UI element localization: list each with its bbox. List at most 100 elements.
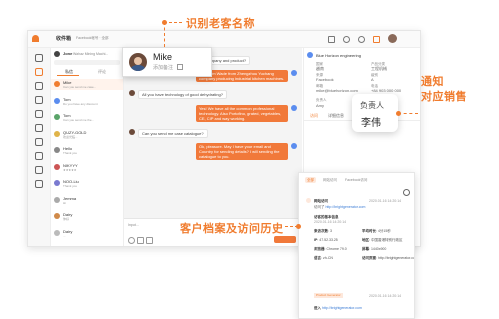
callout-dot-top — [162, 20, 167, 25]
conversation-preview: 你好 — [63, 217, 70, 221]
contacts-icon[interactable] — [35, 82, 43, 90]
visitor-stat: 平均时长: 4分15秒 — [362, 229, 391, 233]
info-field-value: A — [371, 77, 374, 82]
gear-icon[interactable] — [35, 180, 43, 188]
conversation-item[interactable]: Dairy 你好 — [51, 211, 123, 222]
conversation-preview: Hi — [63, 200, 66, 205]
visitor-stat-key: 来访次数 — [314, 229, 328, 233]
attach-icon[interactable] — [146, 237, 153, 244]
image-icon[interactable] — [137, 237, 144, 244]
account-name: Jone — [63, 51, 73, 56]
outgoing-message: Yes! We have all the common professional… — [196, 105, 288, 122]
conversation-item[interactable]: NOO-Liu Thank you — [51, 178, 123, 189]
conversation-preview: ... — [63, 233, 66, 238]
add-note-link[interactable]: 添加备注 — [153, 64, 173, 71]
help-icon[interactable] — [358, 36, 365, 43]
user-avatar[interactable] — [388, 34, 397, 43]
visitor-stat-value: 1440x900 — [370, 247, 387, 251]
visitor-stat-value: http://brightgenerator.com — [377, 256, 415, 260]
left-nav — [28, 48, 51, 246]
tab-visits[interactable]: 访问 — [310, 113, 318, 118]
conversation-item[interactable]: Tom Can you send me the... — [51, 112, 123, 123]
account-subtitle: Wahaz Mining Machi... — [73, 51, 109, 56]
conversation-item[interactable]: Jemma Hi — [51, 195, 123, 206]
mail-icon[interactable] — [35, 166, 43, 174]
product-tag: Product Generator — [314, 293, 343, 298]
event-web-visit: 网站访问 — [314, 199, 328, 203]
send-button[interactable] — [274, 236, 296, 243]
conversation-item[interactable]: QUZY-GOLD 欢迎光临... — [51, 129, 123, 140]
visitor-stat-value: 中国香港特别行政区 — [370, 238, 403, 242]
app-title: 收件箱 — [56, 36, 72, 42]
tab-comments[interactable]: 评论 — [98, 69, 106, 75]
emoji-icon[interactable] — [128, 237, 135, 244]
info-field-value: 越南 — [316, 66, 324, 71]
customer-name: Mike — [153, 52, 173, 62]
search-input[interactable] — [54, 60, 120, 65]
enter-label: 进入 — [314, 306, 321, 310]
conversation-avatar — [54, 97, 60, 104]
conversation-avatar — [54, 130, 60, 137]
conversation-item[interactable]: Mike Can you send me case... — [51, 79, 123, 90]
tab-details[interactable]: 详细信息 — [328, 113, 344, 118]
visitor-stat: IP: 47.52.33.25 — [314, 238, 338, 242]
visitor-stat-key: 地区 — [362, 238, 369, 242]
owner-value: Amy — [316, 103, 324, 108]
conversation-avatar — [54, 213, 60, 219]
enter-link[interactable]: http://brightgenerator.com — [322, 306, 362, 310]
info-field-value: +84 903 000 000 — [371, 88, 402, 93]
visitor-stat: 来访次数: 3 — [314, 229, 332, 233]
tag-icon[interactable] — [35, 138, 43, 146]
company-avatar — [307, 52, 313, 58]
calendar-icon[interactable] — [35, 96, 43, 104]
screen-icon[interactable] — [328, 36, 335, 43]
conversation-avatar — [54, 180, 60, 186]
edit-icon[interactable] — [177, 64, 183, 70]
agent-avatar — [291, 105, 297, 111]
callout-dot-bottom — [296, 224, 301, 229]
active-tab-indicator — [57, 75, 79, 76]
visitor-stat-key: 浏览器 — [314, 247, 325, 251]
conversation-preview: Do you have any discount — [63, 101, 98, 106]
callout-old-customer: 识别老客名称 — [186, 18, 255, 30]
bell-icon[interactable] — [373, 36, 380, 43]
conversation-avatar — [54, 163, 60, 170]
incoming-message: Can you send me case catalogue? — [138, 129, 208, 138]
app-subtitle: Facebook帐号 · 全部 — [76, 36, 109, 40]
conversation-avatar — [54, 196, 60, 203]
conversation-item[interactable]: NIKYYY ★★★★★ — [51, 162, 123, 173]
visitor-stat: 浏览器: Chrome 79.0 — [314, 247, 347, 251]
app-logo-icon — [32, 35, 39, 42]
chart-icon[interactable] — [35, 110, 43, 118]
connector-line-right — [398, 113, 418, 114]
conversation-preview: 欢迎光临... — [63, 134, 78, 139]
info-field-value: Facebook — [316, 77, 334, 82]
company-name: Blue Horizon engineering — [316, 53, 361, 58]
refresh-icon[interactable] — [403, 189, 410, 196]
visit-link-1[interactable]: http://brightgenerator.com — [325, 205, 365, 209]
top-bar: 收件箱 Facebook帐号 · 全部 — [28, 31, 420, 48]
filter-facebook[interactable]: Facebook访问 — [345, 178, 367, 182]
conversation-item[interactable]: Dairy... — [51, 228, 123, 239]
customer-avatar — [129, 90, 135, 96]
conversation-item[interactable]: Hello Thank you — [51, 145, 123, 156]
conversation-item[interactable]: Tom Do you have any discount — [51, 96, 123, 107]
visitor-stat-value: Chrome 79.0 — [326, 247, 347, 251]
home-icon[interactable] — [35, 54, 43, 62]
conversation-preview: Can you send me the... — [63, 118, 95, 122]
visitor-stat-value: 4分15秒 — [377, 229, 391, 233]
globe-icon[interactable] — [343, 36, 350, 43]
callout-dot-right — [396, 111, 401, 116]
agent-avatar — [291, 70, 297, 76]
settings-icon[interactable] — [35, 124, 43, 132]
inbox-icon[interactable] — [35, 68, 43, 76]
filter-all[interactable]: 全部 — [305, 177, 316, 183]
filter-web[interactable]: 网站访问 — [323, 178, 337, 182]
outgoing-message: Ok, pleasure. May I have your email and … — [196, 143, 288, 160]
sales-owner-label: 负责人 — [360, 101, 384, 110]
connector-line-top — [164, 22, 165, 47]
owner-label: 负责人 — [316, 98, 327, 102]
conversation-list: Jone Wahaz Mining Machi... 私信 评论 Mike Can… — [51, 48, 124, 246]
event-visitor-info: 访客的基本信息 — [314, 215, 339, 219]
list-icon[interactable] — [35, 152, 43, 160]
